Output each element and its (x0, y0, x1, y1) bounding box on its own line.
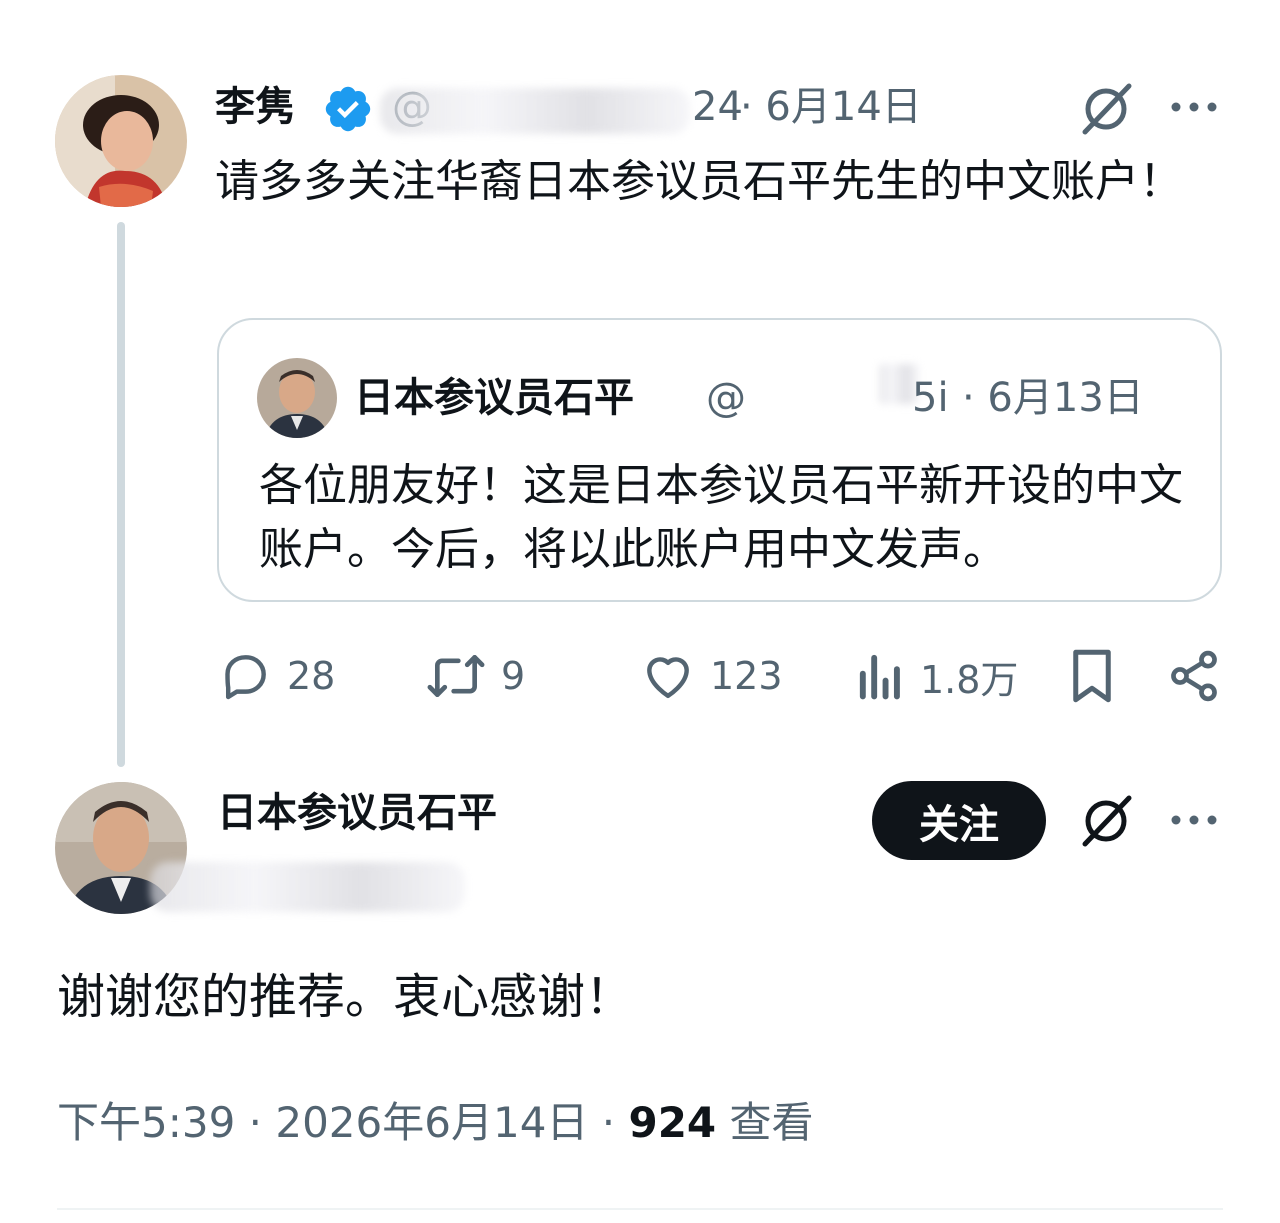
tweet-views-number: 924 (628, 1098, 717, 1147)
quoted-author-handle-suffix: 5i (912, 375, 949, 421)
views-count: 1.8万 (920, 657, 1019, 702)
redacted-handle (380, 88, 690, 134)
bottom-divider (57, 1208, 1223, 1210)
parent-tweet-text: 请多多关注华裔日本参议员石平先生的中文账户！ (215, 156, 1183, 207)
verified-badge-icon (322, 83, 374, 135)
more-options-icon[interactable] (1168, 805, 1220, 835)
retweet-icon (427, 655, 485, 697)
bookmark-button[interactable] (1066, 645, 1118, 707)
like-icon (647, 657, 689, 699)
main-author-name[interactable]: 日本参议员石平 (217, 785, 497, 841)
like-count: 123 (710, 654, 783, 698)
parent-author-handle-suffix[interactable]: 24 (692, 80, 743, 134)
quoted-tweet-text: 各位朋友好！这是日本参议员石平新开设的中文账户。今后，将以此账户用中文发声。 (259, 460, 1183, 575)
reply-button[interactable]: 28 (217, 645, 335, 707)
parent-tweet-date[interactable]: · 6月14日 (740, 80, 922, 134)
share-button[interactable] (1166, 645, 1222, 707)
quoted-author-name: 日本参议员石平 (354, 375, 634, 421)
parent-author-name[interactable]: 李隽 (215, 80, 295, 134)
more-options-icon[interactable] (1168, 92, 1220, 122)
views-button[interactable]: 1.8万 (856, 645, 1018, 707)
thread-connector-line (117, 222, 125, 767)
follow-button[interactable]: 关注 (872, 781, 1046, 860)
share-icon (1171, 650, 1217, 702)
quoted-author-avatar (257, 358, 337, 438)
grok-icon[interactable] (1077, 80, 1135, 138)
like-button[interactable]: 123 (640, 645, 783, 707)
retweet-button[interactable]: 9 (425, 645, 525, 707)
main-tweet-meta: 下午5:39 · 2026年6月14日 · 924 查看 (57, 1093, 814, 1153)
reply-icon (225, 655, 266, 700)
grok-icon[interactable] (1077, 792, 1135, 850)
parent-author-avatar[interactable] (55, 75, 187, 207)
bookmark-icon (1073, 649, 1111, 703)
main-tweet-text: 谢谢您的推荐。衷心感谢！ (57, 969, 634, 1025)
retweet-count: 9 (501, 654, 526, 698)
redacted-main-handle (150, 862, 465, 912)
tweet-views-label: 查看 (716, 1098, 814, 1147)
quoted-author-handle-prefix: @ (706, 375, 746, 421)
views-icon (859, 654, 900, 700)
tweet-timestamp[interactable]: 下午5:39 · 2026年6月14日 · (57, 1098, 628, 1147)
reply-count: 28 (287, 654, 336, 698)
quoted-tweet-date: · 6月13日 (962, 375, 1144, 421)
avatar-image (55, 75, 187, 207)
quoted-tweet-card[interactable]: 日本参议员石平 @ 5i · 6月13日 各位朋友好！这是日本参议员石平新开设的… (217, 318, 1222, 602)
